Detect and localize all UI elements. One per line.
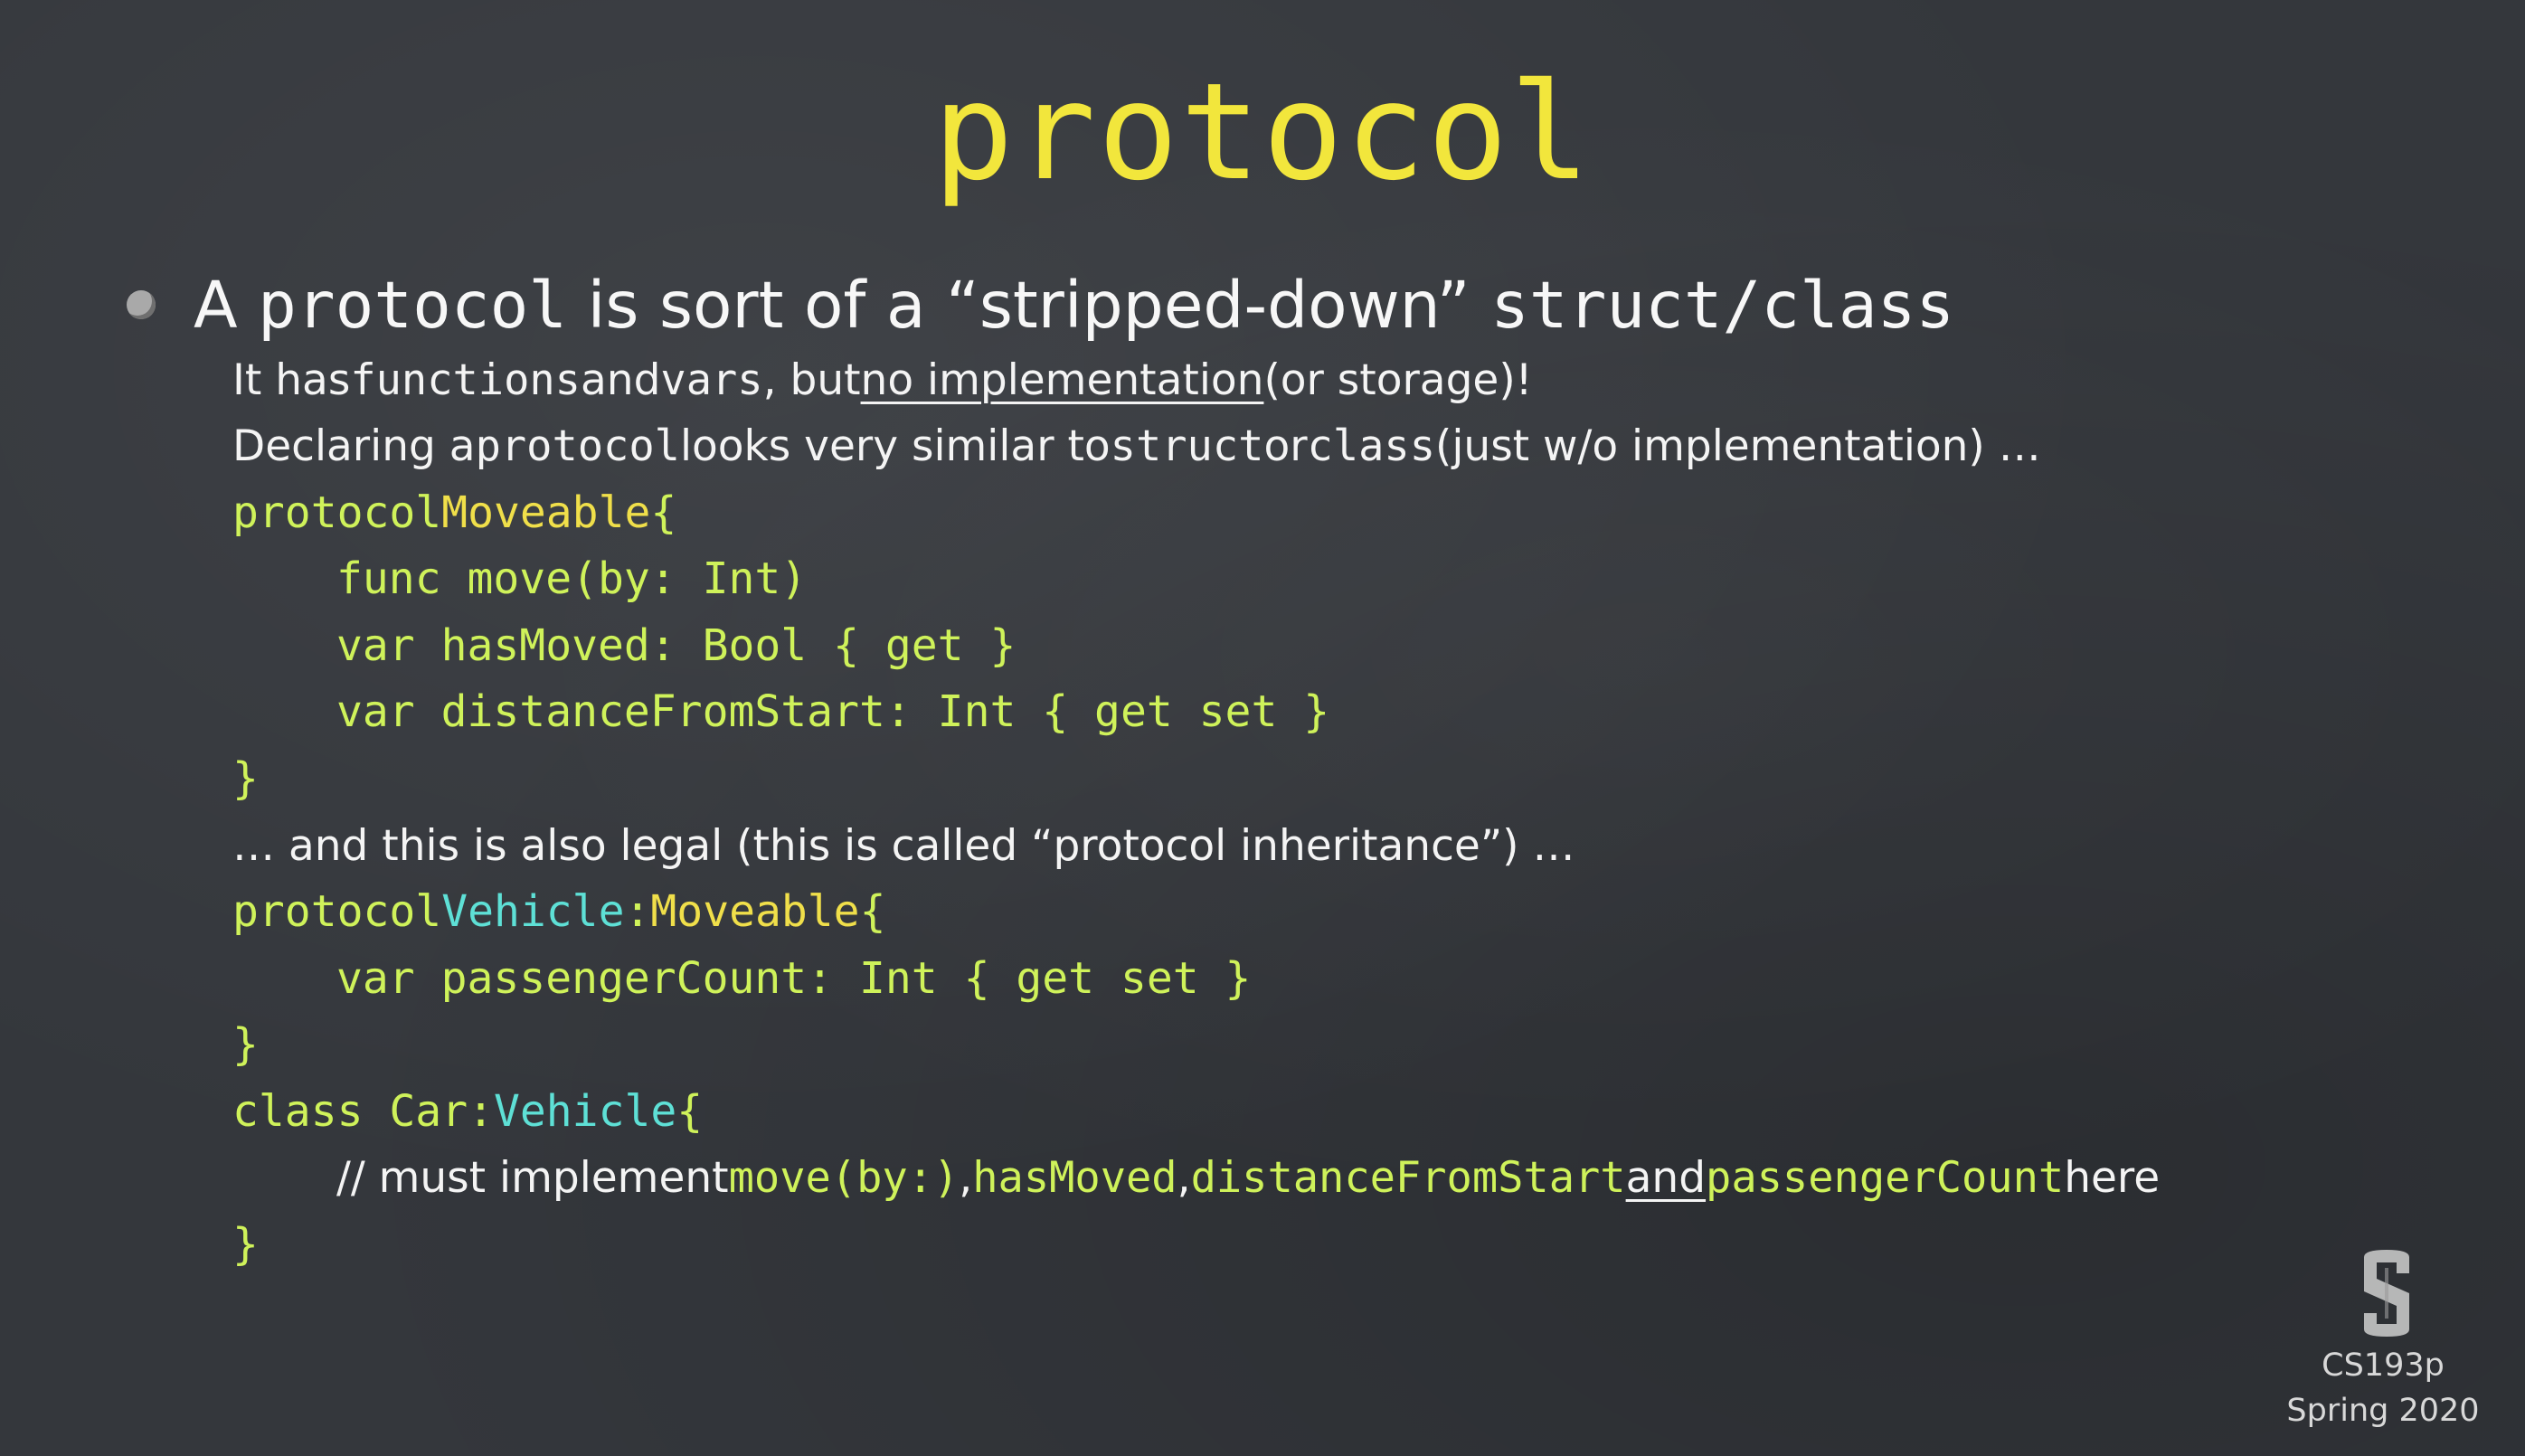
stanford-s-logo-icon — [2364, 1250, 2409, 1337]
bullet-icon — [127, 290, 156, 319]
course-label: CS193p — [2322, 1347, 2445, 1384]
code-close-brace-3: } — [232, 1219, 259, 1270]
bullet-text: A protocol is sort of a “stripped-down” … — [194, 267, 1955, 343]
code-comment-must-implement: // must implement move(by:), hasMoved, d… — [336, 1152, 2161, 1203]
code-close-brace-1: } — [232, 753, 259, 804]
code-moveable-decl: protocol Moveable { — [232, 487, 677, 538]
code-func-move: func move(by: Int) — [336, 553, 808, 604]
code-var-passenger: var passengerCount: Int { get set } — [336, 953, 1252, 1004]
code-var-hasmoved: var hasMoved: Bool { get } — [336, 620, 1017, 671]
code-close-brace-2: } — [232, 1019, 259, 1070]
sub-line-declaring: Declaring a protocol looks very similar … — [232, 421, 2041, 471]
code-class-car-decl: class Car: Vehicle { — [232, 1086, 704, 1137]
code-var-distance: var distanceFromStart: Int { get set } — [336, 686, 1330, 737]
code-vehicle-decl: protocol Vehicle: Moveable { — [232, 886, 886, 937]
main-bullet: A protocol is sort of a “stripped-down” … — [127, 264, 1954, 345]
slide-title: protocol — [932, 54, 1593, 210]
sub-line-implementation: It has functions and vars, but no implem… — [232, 355, 1533, 405]
sub-line-inheritance: … and this is also legal (this is called… — [232, 820, 1575, 871]
term-label: Spring 2020 — [2286, 1393, 2480, 1429]
